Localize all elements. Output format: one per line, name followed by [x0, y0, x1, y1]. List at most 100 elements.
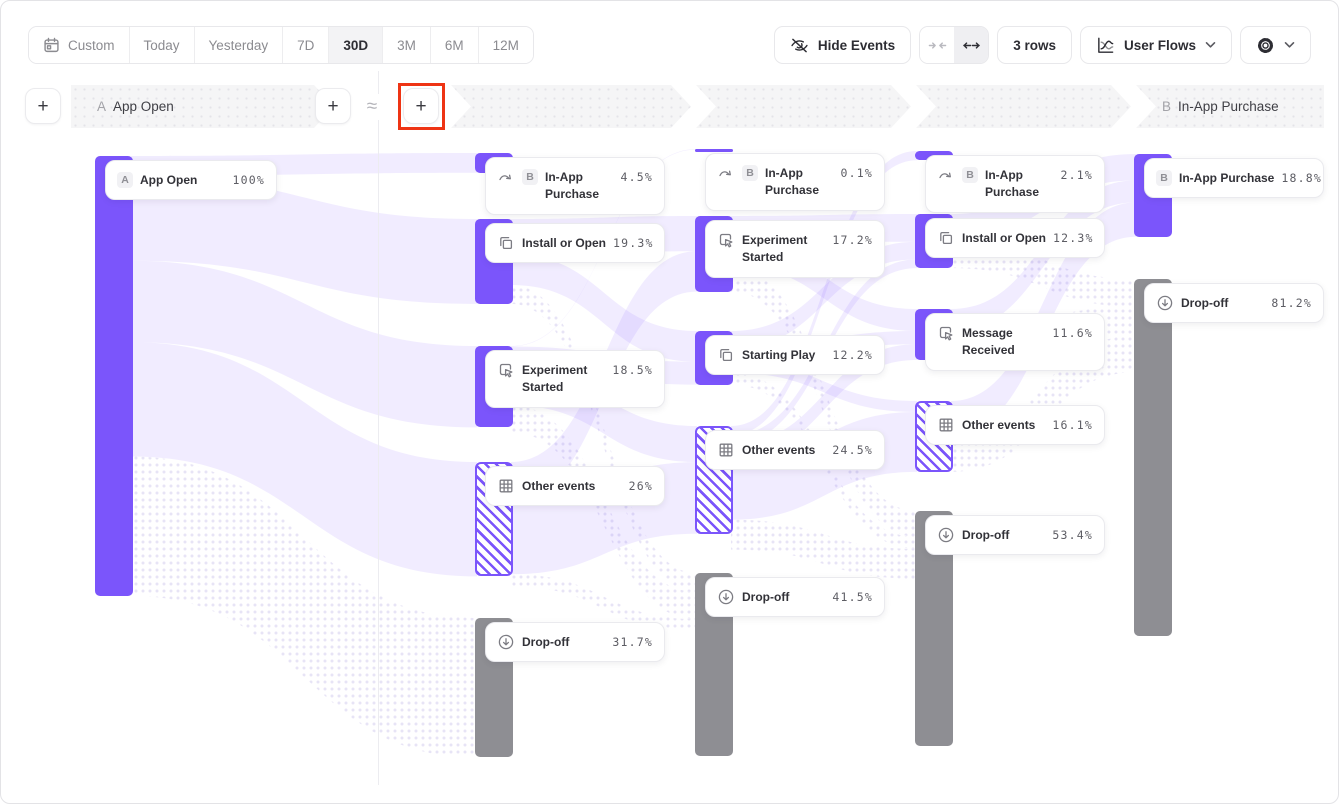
flow-node-card-iap[interactable]: BIn-App Purchase2.1%	[925, 155, 1105, 213]
flow-node-card-drop[interactable]: Drop-off81.2%	[1144, 283, 1324, 323]
flow-node-card-other[interactable]: Other events24.5%	[705, 430, 885, 470]
flow-node-card-drop[interactable]: Drop-off 53.4%	[925, 515, 1105, 555]
rows-button[interactable]: 3 rows	[997, 26, 1072, 64]
step-letter: A	[97, 99, 106, 114]
trend-arrow-icon	[497, 168, 515, 186]
flow-node-card-msg[interactable]: Message Received 11.6%	[925, 313, 1105, 371]
dropoff-icon	[717, 588, 735, 606]
flow-node-card-exp[interactable]: Experiment Started 17.2%	[705, 220, 885, 278]
node-label: App Open	[140, 171, 197, 189]
node-percentage: 12.2%	[832, 346, 873, 362]
date-range-7d[interactable]: 7D	[283, 27, 329, 63]
node-label: In-App Purchase	[765, 164, 834, 200]
node-percentage: 11.6%	[1052, 324, 1093, 340]
flow-node-card-iap[interactable]: BIn-App Purchase4.5%	[485, 157, 665, 215]
node-label: In-App Purchase	[985, 166, 1054, 202]
node-label: Other events	[742, 441, 815, 459]
flow-node-card-other[interactable]: Other events 26%	[485, 466, 665, 506]
flow-bar-drop[interactable]	[1134, 279, 1172, 636]
date-range-label: 30D	[343, 38, 368, 53]
step-banner-in-app-purchase[interactable]: B In-App Purchase	[1136, 85, 1324, 128]
add-step-middle-button[interactable]: +	[403, 88, 439, 124]
node-percentage: 53.4%	[1052, 526, 1093, 542]
date-range-30d[interactable]: 30D	[329, 27, 383, 63]
node-label: Other events	[522, 477, 595, 495]
dropoff-icon	[1156, 294, 1174, 312]
node-percentage: 17.2%	[832, 231, 873, 247]
node-percentage: 12.3%	[1053, 229, 1094, 245]
step-badge: B	[1156, 170, 1172, 186]
node-percentage: 18.5%	[612, 361, 653, 377]
step-banner-empty[interactable]	[451, 85, 691, 128]
flow-node-card-drop[interactable]: Drop-off 31.7%	[485, 622, 665, 662]
node-label: Starting Play	[742, 346, 815, 364]
gear-icon	[1256, 36, 1275, 55]
flow-node-card-app_open[interactable]: AApp Open100%	[105, 160, 277, 200]
node-label: Install or Open	[522, 234, 606, 252]
flow-bar-app_open[interactable]	[95, 156, 133, 596]
node-label: Drop-off	[522, 633, 569, 651]
toolbar-right-cluster: Hide Events 3 rows	[774, 26, 1311, 64]
hide-events-button[interactable]: Hide Events	[774, 26, 911, 64]
node-label: Drop-off	[962, 526, 1009, 544]
rows-label: 3 rows	[1013, 38, 1056, 53]
node-percentage: 100%	[233, 171, 266, 187]
collapse-columns-button[interactable]	[920, 27, 954, 63]
flow-bar-iap[interactable]	[695, 149, 733, 152]
add-step-before-button[interactable]: +	[25, 88, 61, 124]
node-percentage: 41.5%	[832, 588, 873, 604]
date-range-label: 3M	[397, 38, 416, 53]
date-range-custom[interactable]: Custom	[29, 27, 130, 63]
chevron-down-icon	[1284, 41, 1295, 49]
step-label: In-App Purchase	[1178, 99, 1279, 114]
step-label: App Open	[113, 99, 174, 114]
add-step-after-a-button[interactable]: +	[315, 88, 351, 124]
flow-node-card-drop[interactable]: Drop-off 41.5%	[705, 577, 885, 617]
view-type-dropdown[interactable]: User Flows	[1080, 26, 1232, 64]
time-break-divider	[378, 71, 379, 785]
settings-dropdown[interactable]	[1240, 26, 1311, 64]
node-label: In-App Purchase	[545, 168, 614, 204]
date-range-today[interactable]: Today	[130, 27, 195, 63]
date-range-6m[interactable]: 6M	[431, 27, 479, 63]
flow-node-card-install[interactable]: Install or Open 19.3%	[485, 223, 665, 263]
node-label: Drop-off	[742, 588, 789, 606]
node-percentage: 31.7%	[612, 633, 653, 649]
node-label: Experiment Started	[522, 361, 592, 397]
grid-icon	[717, 441, 735, 459]
date-range-3m[interactable]: 3M	[383, 27, 431, 63]
date-range-yesterday[interactable]: Yesterday	[195, 27, 284, 63]
flow-node-card-play[interactable]: Starting Play 12.2%	[705, 335, 885, 375]
grid-icon	[937, 416, 955, 434]
click-icon	[937, 324, 955, 342]
step-banner-app-open[interactable]: A App Open	[71, 85, 334, 128]
node-percentage: 81.2%	[1271, 294, 1312, 310]
flow-node-card-iap[interactable]: BIn-App Purchase0.1%	[705, 153, 885, 211]
chevron-down-icon	[1205, 41, 1216, 49]
date-range-label: 6M	[445, 38, 464, 53]
flow-ribbon	[731, 520, 917, 579]
flow-node-card-iap[interactable]: BIn-App Purchase18.8%	[1144, 158, 1324, 198]
copy-icon	[937, 229, 955, 247]
eye-off-icon	[790, 36, 809, 55]
date-range-12m[interactable]: 12M	[479, 27, 533, 63]
user-flows-report: CustomToday Yesterday 7D 30D 3M 6M 12M Hide Ev…	[0, 0, 1339, 804]
step-banner-empty[interactable]	[696, 85, 911, 128]
flow-node-card-install[interactable]: Install or Open 12.3%	[925, 218, 1105, 258]
flow-node-card-exp[interactable]: Experiment Started 18.5%	[485, 350, 665, 408]
steps-header: + A App Open + ≈ + B In-App Purchase	[1, 85, 1338, 128]
node-label: Install or Open	[962, 229, 1046, 247]
time-break-symbol: ≈	[361, 94, 383, 120]
expand-columns-button[interactable]	[954, 27, 988, 63]
grid-icon	[497, 477, 515, 495]
step-badge: B	[522, 169, 538, 185]
node-label: Experiment Started	[742, 231, 812, 267]
flow-node-card-other[interactable]: Other events16.1%	[925, 405, 1105, 445]
node-label: Message Received	[962, 324, 1032, 360]
step-banner-empty[interactable]	[916, 85, 1131, 128]
node-percentage: 19.3%	[613, 234, 654, 250]
click-icon	[497, 361, 515, 379]
date-range-label: Yesterday	[209, 38, 269, 53]
dropoff-icon	[937, 526, 955, 544]
node-percentage: 26%	[629, 477, 653, 493]
